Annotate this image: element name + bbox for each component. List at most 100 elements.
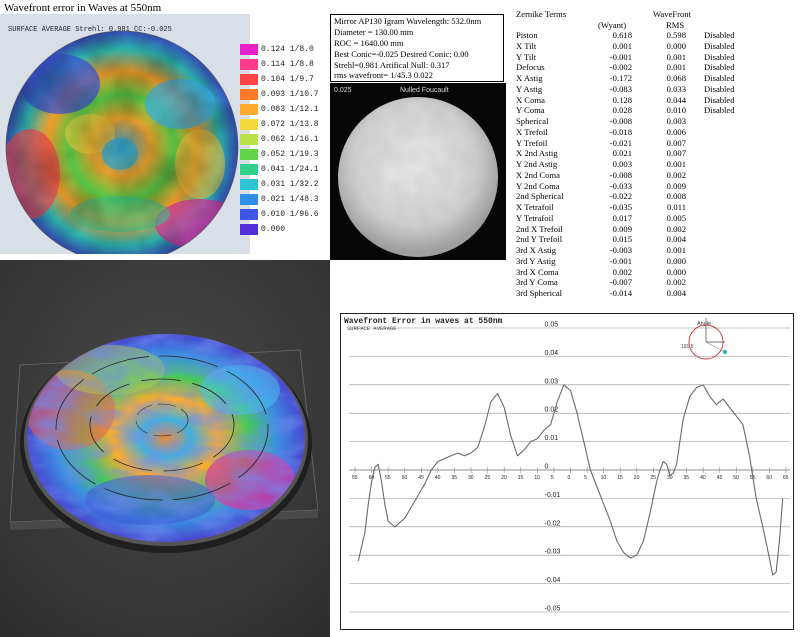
legend-label: 0.124 1/8.0	[261, 45, 314, 54]
x-tick-label: 0	[568, 475, 571, 481]
zernike-rms-value: 0.001	[666, 62, 686, 73]
zernike-term-name: Y Trefoil	[516, 137, 548, 148]
legend-entry: 0.031 1/32.2	[240, 179, 319, 190]
angle-dial[interactable]: Angle 191.5	[681, 318, 728, 360]
zernike-wyant-value: -0.022	[609, 191, 632, 202]
zernike-rms-value: 0.007	[666, 137, 686, 148]
zernike-row[interactable]: Defocus -0.002 0.001 Disabled	[516, 62, 800, 73]
wavefront-contour-map[interactable]	[0, 14, 250, 254]
wavefront-3d-view[interactable]	[0, 260, 330, 637]
zernike-rms-value: 0.007	[666, 148, 686, 159]
legend-swatch	[240, 59, 258, 70]
zernike-wyant-value: -0.172	[609, 73, 632, 83]
x-tick-label: 10	[534, 475, 540, 481]
zernike-wyant-value: 0.618	[612, 30, 632, 40]
zernike-rms-value: 0.002	[666, 169, 686, 180]
legend-swatch	[240, 74, 258, 85]
legend-entry: 0.072 1/13.8	[240, 119, 319, 130]
y-tick-label: 0.01	[545, 435, 559, 442]
zernike-row[interactable]: 2nd X Trefoil 0.009 0.002	[516, 224, 800, 235]
zernike-rms-value: 0.001	[666, 245, 686, 255]
zernike-term-name: X Trefoil	[516, 126, 548, 137]
legend-swatch	[240, 224, 258, 235]
zernike-row[interactable]: Y 2nd Coma -0.033 0.009	[516, 181, 800, 192]
x-tick-label: 45	[717, 475, 723, 481]
zernike-term-name: X 2nd Coma	[516, 169, 560, 180]
legend-entry: 0.021 1/48.3	[240, 194, 319, 205]
wavefront-profile-chart: 65 60 55 50 45 40 35 30 25 20 15 10 5 0 5 10 15 20 25 30 35 4…	[340, 313, 794, 630]
zernike-row[interactable]: X 2nd Astig 0.021 0.007	[516, 148, 800, 159]
zernike-status: Disabled	[704, 73, 735, 83]
x-tick-label: 50	[402, 475, 408, 481]
zernike-term-name: X Tilt	[516, 40, 537, 51]
zernike-term-name: 3rd X Astig	[516, 245, 557, 255]
zernike-row[interactable]: Y Astig -0.083 0.033 Disabled	[516, 84, 800, 95]
zernike-wyant-value: 0.015	[612, 234, 632, 245]
zernike-row[interactable]: Y Trefoil -0.021 0.007	[516, 138, 800, 149]
zernike-rms-value: 0.006	[666, 126, 686, 137]
legend-label: 0.083 1/12.1	[261, 105, 319, 114]
zernike-row[interactable]: X Astig -0.172 0.068 Disabled	[516, 73, 800, 84]
x-tick-label: 40	[700, 475, 706, 481]
zernike-wyant-value: -0.035	[609, 202, 632, 212]
zernike-row[interactable]: X 2nd Coma -0.008 0.002	[516, 170, 800, 181]
zernike-term-name: Y 2nd Coma	[516, 180, 560, 191]
zernike-rms-value: 0.033	[666, 83, 686, 94]
y-tick-label: 0.05	[545, 322, 559, 329]
zernike-row[interactable]: 3rd Y Astig -0.001 0.000	[516, 256, 800, 267]
info-line-rms: rms wavefront= 1/45.3 0.022	[334, 70, 433, 80]
legend-swatch	[240, 149, 258, 160]
zernike-wyant-value: -0.008	[609, 116, 632, 126]
zernike-term-name: 3rd X Coma	[516, 266, 559, 277]
zernike-rms-value: 0.004	[666, 288, 686, 298]
zernike-wyant-value: -0.021	[609, 137, 632, 148]
legend-swatch	[240, 179, 258, 190]
zernike-rms-value: 0.044	[666, 94, 686, 105]
legend-label: 0.052 1/19.3	[261, 150, 319, 159]
angle-dial-handle[interactable]	[722, 349, 728, 355]
zernike-term-name: Piston	[516, 30, 538, 40]
zernike-row[interactable]: 2nd Spherical -0.022 0.008	[516, 191, 800, 202]
y-tick-label: 0.03	[545, 378, 559, 385]
zernike-term-name: X 2nd Astig	[516, 148, 558, 159]
legend-swatch	[240, 164, 258, 175]
zernike-rms-value: 0.005	[666, 212, 686, 223]
zernike-rms-value: 0.002	[666, 277, 686, 288]
zernike-row[interactable]: Piston 0.618 0.598 Disabled	[516, 30, 800, 41]
page-title: Wavefront error in Waves at 550nm	[4, 2, 162, 14]
zernike-row[interactable]: Spherical -0.008 0.003	[516, 116, 800, 127]
zernike-rms-value: 0.002	[666, 223, 686, 234]
zernike-row[interactable]: X Trefoil -0.018 0.006	[516, 127, 800, 138]
legend-entry: 0.041 1/24.1	[240, 164, 319, 175]
zernike-row[interactable]: Y Coma 0.028 0.010 Disabled	[516, 105, 800, 116]
x-tick-label: 25	[650, 475, 656, 481]
zernike-term-name: 3rd Spherical	[516, 288, 563, 298]
zernike-wyant-value: 0.128	[612, 94, 632, 105]
zernike-row[interactable]: X Tilt 0.001 0.000 Disabled	[516, 41, 800, 52]
zernike-row[interactable]: X Coma 0.128 0.044 Disabled	[516, 95, 800, 106]
zernike-term-name: Y 2nd Astig	[516, 159, 558, 169]
zernike-row[interactable]: Y Tilt -0.001 0.001 Disabled	[516, 52, 800, 63]
zernike-row[interactable]: X Tetrafoil -0.035 0.011	[516, 202, 800, 213]
zernike-rms-value: 0.010	[666, 105, 686, 116]
zernike-wyant-value: 0.009	[612, 223, 632, 234]
zernike-row[interactable]: 3rd X Astig -0.003 0.001	[516, 245, 800, 256]
zernike-row[interactable]: Y 2nd Astig 0.003 0.001	[516, 159, 800, 170]
zernike-term-name: X Astig	[516, 73, 543, 83]
zernike-row[interactable]: 3rd X Coma 0.002 0.000	[516, 267, 800, 278]
zernike-status: Disabled	[704, 40, 735, 51]
foucault-value-label: 0.025	[334, 87, 352, 94]
zernike-rms-value: 0.009	[666, 180, 686, 191]
zernike-row[interactable]: Y Tetrafoil 0.017 0.005	[516, 213, 800, 224]
x-tick-label: 35	[684, 475, 690, 481]
zernike-rms-value: 0.008	[666, 191, 686, 202]
zernike-row[interactable]: 2nd Y Trefoil 0.015 0.004	[516, 234, 800, 245]
y-tick-label: -0.03	[545, 549, 561, 556]
zernike-row[interactable]: 3rd Spherical -0.014 0.004	[516, 288, 800, 299]
zernike-wyant-value: 0.017	[612, 212, 632, 223]
zernike-rms-value: 0.000	[666, 255, 686, 266]
zernike-row[interactable]: 3rd Y Coma -0.007 0.002	[516, 277, 800, 288]
x-tick-label: 20	[634, 475, 640, 481]
angle-value: 191.5	[681, 344, 694, 350]
legend-entry: 0.114 1/8.8	[240, 59, 314, 70]
